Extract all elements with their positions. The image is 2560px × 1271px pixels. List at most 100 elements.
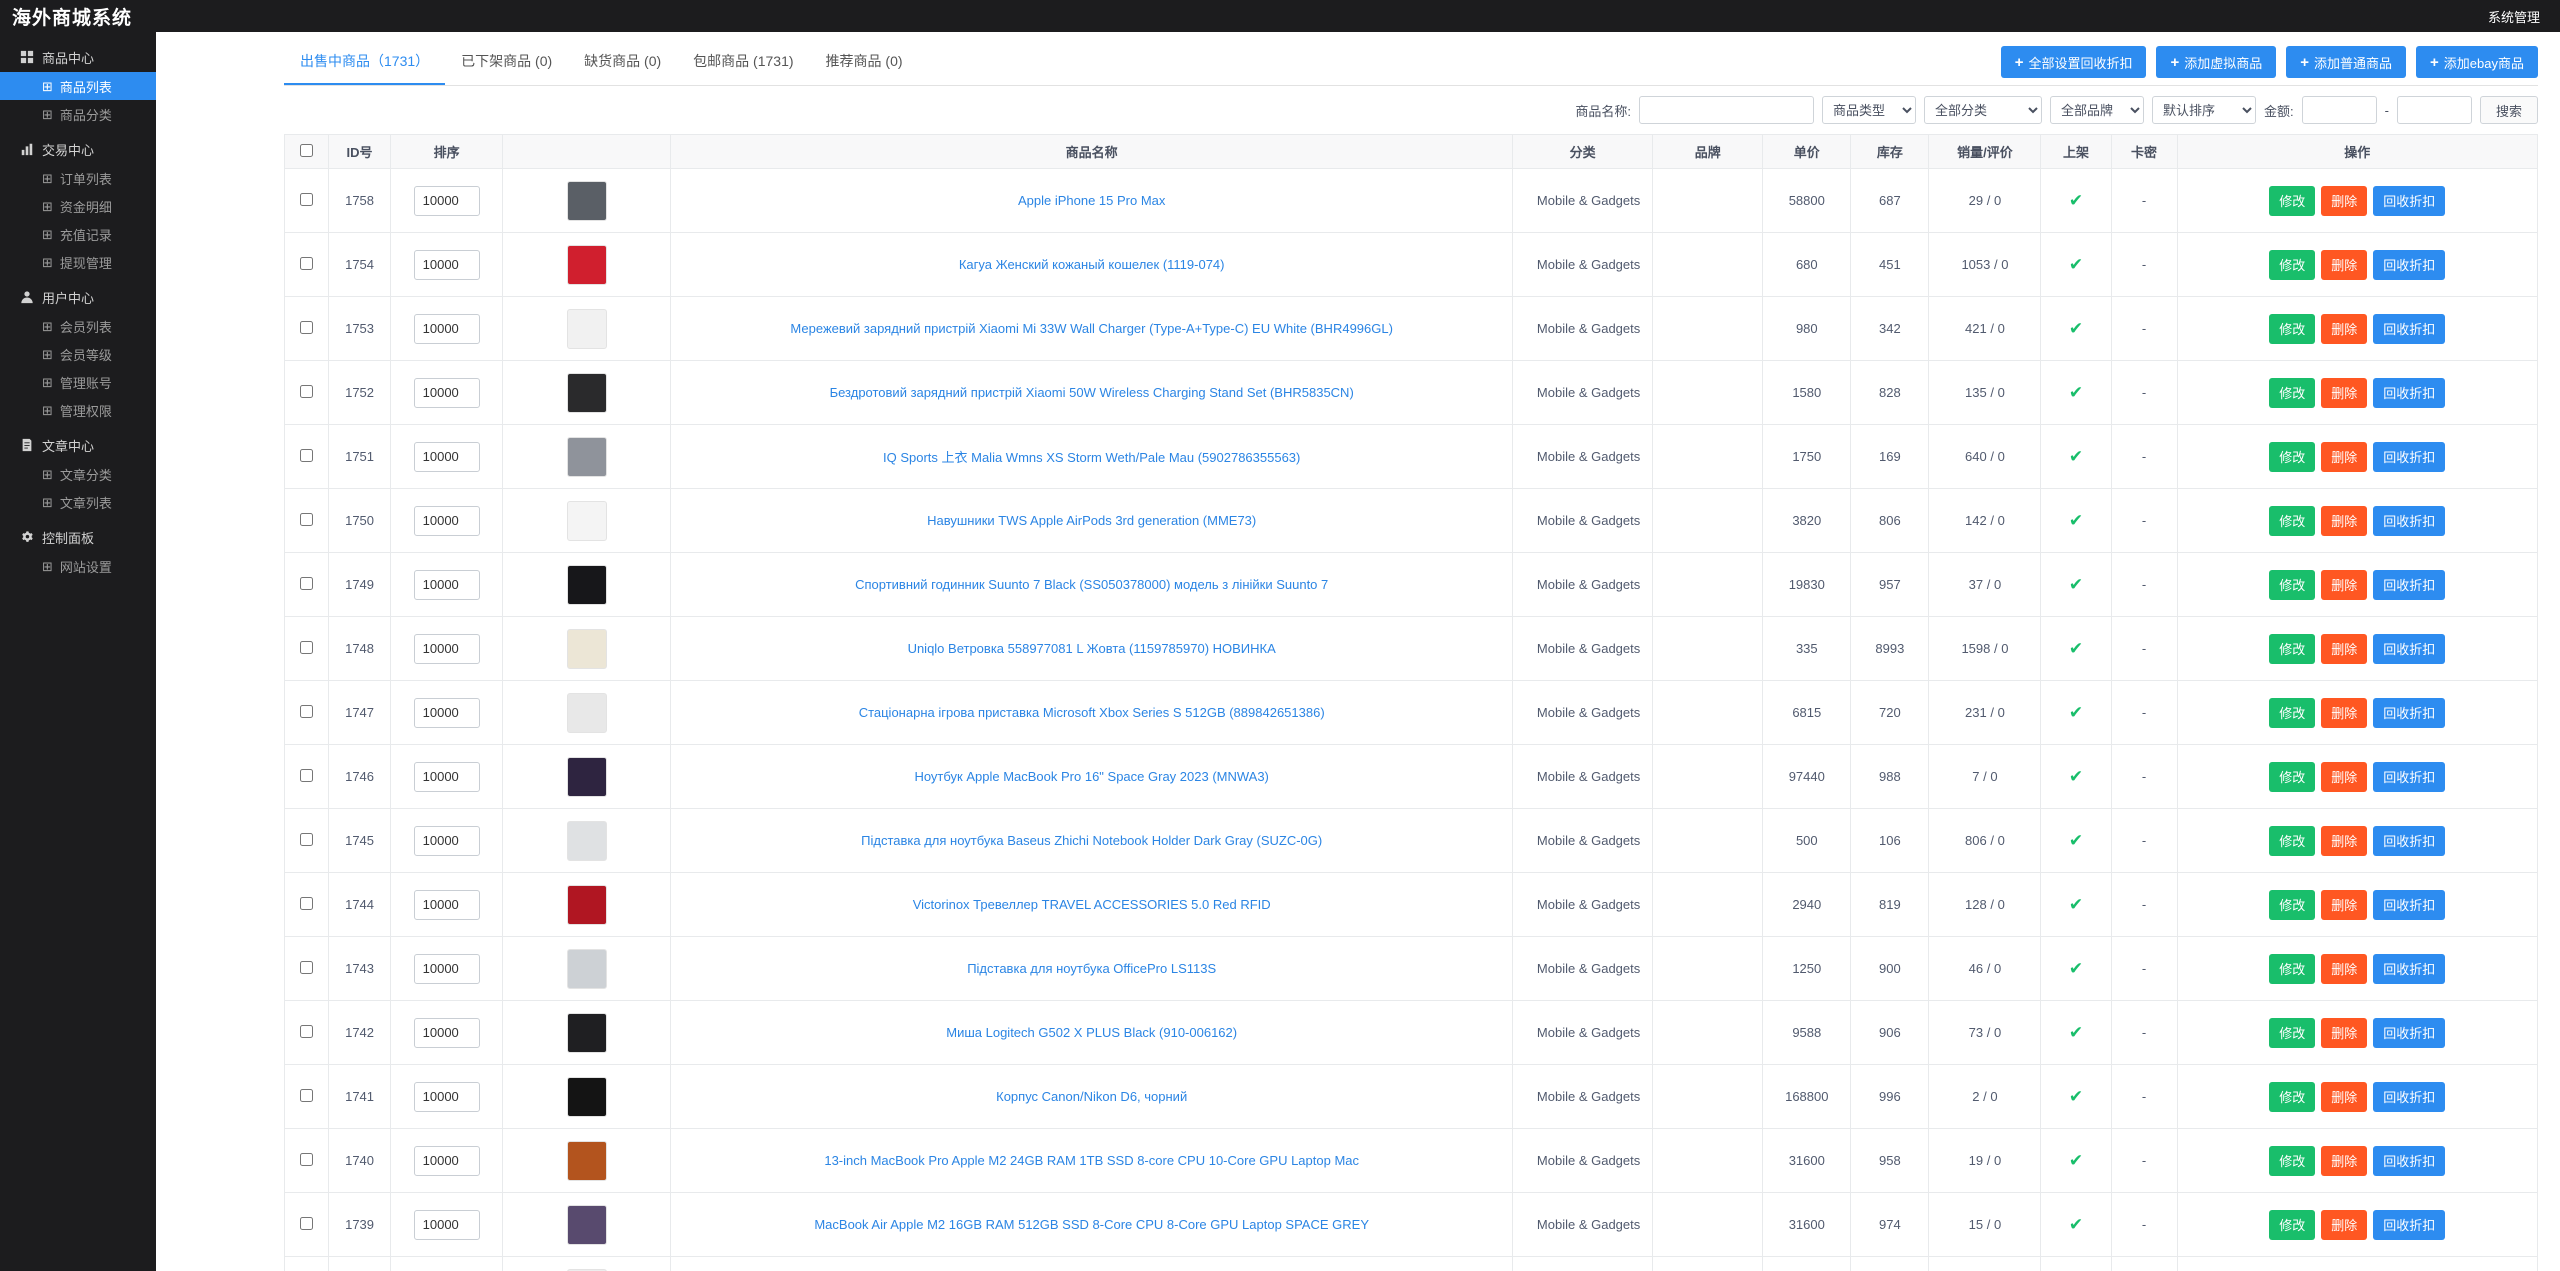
sort-input[interactable] (413, 761, 480, 792)
product-name-link[interactable]: Кагуа Женский кожаный кошелек (1119-074) (959, 257, 1225, 272)
recycle-discount-button[interactable]: 回收折扣 (2373, 1145, 2446, 1176)
sidebar-section-article-center[interactable]: 文章中心 (0, 430, 156, 460)
sort-input[interactable] (413, 889, 480, 920)
select-all-checkbox[interactable] (300, 143, 314, 157)
edit-button[interactable]: 修改 (2269, 441, 2316, 472)
sidebar-item-fund-details[interactable]: ⊞ 资金明细 (0, 192, 156, 220)
product-name-link[interactable]: Uniqlo Ветровка 558977081 L Жовта (11597… (908, 641, 1276, 656)
sidebar-item-order-list[interactable]: ⊞ 订单列表 (0, 164, 156, 192)
sidebar-item-recharge-records[interactable]: ⊞ 充值记录 (0, 220, 156, 248)
delete-button[interactable]: 删除 (2321, 569, 2368, 600)
edit-button[interactable]: 修改 (2269, 1017, 2316, 1048)
product-name-link[interactable]: Мережевий зарядний пристрій Xiaomi Mi 33… (790, 321, 1393, 336)
add-virtual-product-button[interactable]: + 添加虚拟商品 (2156, 46, 2277, 78)
tab-out-of-stock[interactable]: 缺货商品 (0) (568, 39, 677, 85)
product-name-link[interactable]: Стаціонарна ігрова приставка Microsoft X… (859, 705, 1325, 720)
product-name-link[interactable]: IQ Sports 上衣 Malia Wmns XS Storm Weth/Pa… (883, 450, 1300, 465)
sidebar-section-user-center[interactable]: 用户中心 (0, 282, 156, 312)
row-checkbox[interactable] (300, 896, 314, 910)
edit-button[interactable]: 修改 (2269, 377, 2316, 408)
sidebar-item-member-level[interactable]: ⊞ 会员等级 (0, 340, 156, 368)
sort-order-select[interactable]: 默认排序 (2152, 96, 2257, 124)
delete-button[interactable]: 删除 (2321, 761, 2368, 792)
sort-input[interactable] (413, 377, 480, 408)
row-checkbox[interactable] (300, 768, 314, 782)
edit-button[interactable]: 修改 (2269, 697, 2316, 728)
delete-button[interactable]: 删除 (2321, 825, 2368, 856)
edit-button[interactable]: 修改 (2269, 249, 2316, 280)
delete-button[interactable]: 删除 (2321, 1209, 2368, 1240)
recycle-discount-button[interactable]: 回收折扣 (2373, 1017, 2446, 1048)
sidebar-item-article-category[interactable]: ⊞ 文章分类 (0, 460, 156, 488)
sort-input[interactable] (413, 569, 480, 600)
recycle-discount-button[interactable]: 回收折扣 (2373, 825, 2446, 856)
row-checkbox[interactable] (300, 704, 314, 718)
delete-button[interactable]: 删除 (2321, 377, 2368, 408)
recycle-discount-button[interactable]: 回收折扣 (2373, 185, 2446, 216)
edit-button[interactable]: 修改 (2269, 505, 2316, 536)
recycle-discount-button[interactable]: 回收折扣 (2373, 569, 2446, 600)
category-select[interactable]: 全部分类 (1924, 96, 2043, 124)
tab-on-sale[interactable]: 出售中商品（1731） (284, 39, 446, 85)
sort-input[interactable] (413, 313, 480, 344)
set-all-recycle-discount-button[interactable]: + 全部设置回收折扣 (2000, 46, 2147, 78)
product-name-link[interactable]: 13-inch MacBook Pro Apple M2 24GB RAM 1T… (824, 1153, 1359, 1168)
recycle-discount-button[interactable]: 回收折扣 (2373, 441, 2446, 472)
edit-button[interactable]: 修改 (2269, 633, 2316, 664)
recycle-discount-button[interactable]: 回收折扣 (2373, 1209, 2446, 1240)
sort-input[interactable] (413, 249, 480, 280)
sort-input[interactable] (413, 633, 480, 664)
edit-button[interactable]: 修改 (2269, 889, 2316, 920)
product-name-link[interactable]: MacBook Air Apple M2 16GB RAM 512GB SSD … (814, 1217, 1369, 1232)
edit-button[interactable]: 修改 (2269, 185, 2316, 216)
tab-recommended[interactable]: 推荐商品 (0) (810, 39, 919, 85)
tab-off-shelf[interactable]: 已下架商品 (0) (445, 39, 568, 85)
row-checkbox[interactable] (300, 1024, 314, 1038)
delete-button[interactable]: 删除 (2321, 1145, 2368, 1176)
recycle-discount-button[interactable]: 回收折扣 (2373, 697, 2446, 728)
delete-button[interactable]: 删除 (2321, 505, 2368, 536)
sort-input[interactable] (413, 1145, 480, 1176)
product-name-link[interactable]: Навушники TWS Apple AirPods 3rd generati… (927, 513, 1256, 528)
add-normal-product-button[interactable]: + 添加普通商品 (2286, 46, 2407, 78)
sidebar-section-control-panel[interactable]: 控制面板 (0, 522, 156, 552)
recycle-discount-button[interactable]: 回收折扣 (2373, 633, 2446, 664)
delete-button[interactable]: 删除 (2321, 1017, 2368, 1048)
row-checkbox[interactable] (300, 1088, 314, 1102)
row-checkbox[interactable] (300, 960, 314, 974)
row-checkbox[interactable] (300, 448, 314, 462)
amount-max-input[interactable] (2396, 96, 2472, 124)
product-name-link[interactable]: Спортивний годинник Suunto 7 Black (SS05… (855, 577, 1328, 592)
sort-input[interactable] (413, 953, 480, 984)
edit-button[interactable]: 修改 (2269, 1081, 2316, 1112)
row-checkbox[interactable] (300, 1152, 314, 1166)
product-name-link[interactable]: Миша Logitech G502 X PLUS Black (910-006… (946, 1025, 1237, 1040)
delete-button[interactable]: 删除 (2321, 953, 2368, 984)
recycle-discount-button[interactable]: 回收折扣 (2373, 889, 2446, 920)
delete-button[interactable]: 删除 (2321, 697, 2368, 728)
row-checkbox[interactable] (300, 576, 314, 590)
row-checkbox[interactable] (300, 192, 314, 206)
sort-input[interactable] (413, 185, 480, 216)
product-name-link[interactable]: Ноутбук Apple MacBook Pro 16" Space Gray… (914, 769, 1268, 784)
tab-free-shipping[interactable]: 包邮商品 (1731) (677, 39, 809, 85)
sort-input[interactable] (413, 697, 480, 728)
sidebar-item-admin-permissions[interactable]: ⊞ 管理权限 (0, 396, 156, 424)
delete-button[interactable]: 删除 (2321, 441, 2368, 472)
delete-button[interactable]: 删除 (2321, 889, 2368, 920)
recycle-discount-button[interactable]: 回收折扣 (2373, 249, 2446, 280)
brand-select[interactable]: 全部品牌 (2050, 96, 2145, 124)
row-checkbox[interactable] (300, 256, 314, 270)
edit-button[interactable]: 修改 (2269, 1145, 2316, 1176)
search-button[interactable]: 搜索 (2479, 96, 2538, 124)
edit-button[interactable]: 修改 (2269, 825, 2316, 856)
sort-input[interactable] (413, 1209, 480, 1240)
sidebar-item-product-category[interactable]: ⊞ 商品分类 (0, 100, 156, 128)
delete-button[interactable]: 删除 (2321, 1081, 2368, 1112)
product-name-link[interactable]: Apple iPhone 15 Pro Max (1018, 193, 1165, 208)
edit-button[interactable]: 修改 (2269, 761, 2316, 792)
sidebar-item-admin-accounts[interactable]: ⊞ 管理账号 (0, 368, 156, 396)
sidebar-item-withdraw-management[interactable]: ⊞ 提现管理 (0, 248, 156, 276)
system-admin-link[interactable]: 系统管理 (2488, 7, 2540, 26)
sort-input[interactable] (413, 1017, 480, 1048)
